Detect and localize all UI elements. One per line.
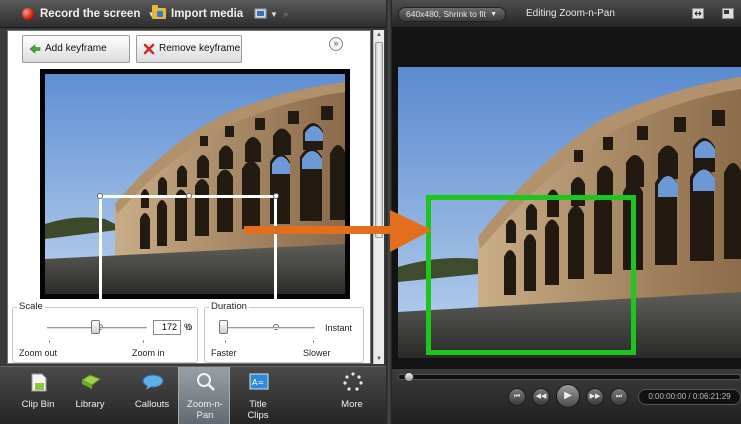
import-media-button[interactable]: Import media	[152, 5, 244, 22]
scale-slider-thumb[interactable]	[91, 320, 100, 334]
duration-group: Duration Instant Faster Slower	[204, 301, 364, 363]
svg-text:A=: A=	[252, 378, 264, 387]
resize-handle[interactable]	[186, 193, 192, 199]
scroll-up-arrow-icon[interactable]: ▲	[376, 32, 382, 38]
preview-panel: 640x480, Shrink to fit ▼ Editing Zoom-n-…	[392, 0, 741, 424]
camtasia-window: Record the screen ▼ Import media ▼ »	[0, 0, 741, 424]
add-keyframe-button[interactable]: Add keyframe	[22, 35, 130, 63]
scrollbar-thumb[interactable]	[375, 42, 383, 238]
fit-to-window-icon[interactable]	[692, 8, 704, 19]
zoom-in-label: Zoom in	[132, 348, 165, 358]
chevron-down-icon: ▼	[490, 11, 497, 18]
task-panel: Record the screen ▼ Import media ▼ »	[0, 0, 386, 424]
scale-tick	[143, 340, 144, 343]
tab-callouts-label: Callouts	[134, 399, 170, 410]
playback-controls: ⏮ ◀◀ ▶ ▶▶ ⏭ 0:00:00:00 / 0:06:21:29	[392, 369, 741, 424]
video-preview	[398, 67, 741, 358]
preview-size-value: 640x480, Shrink to fit	[406, 9, 486, 19]
record-icon	[22, 8, 34, 20]
tab-title-clips-label: Title Clips	[247, 399, 269, 421]
scale-legend: Scale	[17, 301, 45, 312]
tab-callouts[interactable]: Callouts	[126, 367, 178, 424]
record-screen-button[interactable]: Record the screen ▼	[22, 6, 155, 22]
tab-more-label: More	[341, 399, 363, 410]
faster-label: Faster	[211, 348, 237, 358]
timecode-display: 0:00:00:00 / 0:06:21:29	[638, 389, 741, 405]
detach-preview-icon[interactable]	[722, 8, 734, 19]
title-clips-icon: A=	[249, 373, 269, 390]
scroll-down-arrow-icon[interactable]: ▼	[376, 356, 382, 362]
step-forward-icon[interactable]: ▶▶	[586, 388, 604, 406]
add-keyframe-icon	[29, 44, 41, 54]
clip-bin-icon	[31, 373, 47, 392]
tab-zoom-n-pan[interactable]: Zoom-n- Pan	[178, 367, 230, 424]
timeline-scrubber[interactable]	[398, 372, 741, 382]
remove-keyframe-button[interactable]: Remove keyframe	[136, 35, 242, 63]
duration-slider-track[interactable]	[223, 327, 315, 329]
more-icon	[343, 372, 363, 391]
scale-tick	[49, 340, 50, 343]
jump-to-start-icon[interactable]: ⏮	[508, 388, 526, 406]
tab-zoom-n-pan-label: Zoom-n- Pan	[187, 399, 223, 421]
task-panel-scrollbar[interactable]: ▲ ▼	[373, 30, 384, 364]
import-media-label: Import media	[171, 8, 244, 20]
preview-toolbar: 640x480, Shrink to fit ▼ Editing Zoom-n-…	[392, 0, 741, 28]
produce-menu-button[interactable]: ▼	[254, 6, 278, 22]
duration-tick	[225, 340, 226, 343]
scale-unit-label: %	[184, 322, 193, 332]
produce-icon	[254, 8, 267, 19]
import-folder-icon	[152, 5, 166, 19]
zoom-n-pan-editor: Add keyframe Remove keyframe » Scale 172…	[7, 30, 371, 364]
tab-library-label: Library	[75, 399, 105, 410]
slower-label: Slower	[303, 348, 331, 358]
tab-clip-bin-label: Clip Bin	[21, 399, 55, 410]
duration-legend: Duration	[209, 301, 249, 312]
zoom-preview-thumbnail	[40, 69, 350, 330]
toolbar-overflow-icon[interactable]: »	[283, 6, 288, 22]
scale-group: Scale 172 % Zoom out Zoom in	[12, 301, 198, 363]
task-tabs: Clip Bin Library Callouts Zoom-n- Pan A=…	[0, 366, 386, 424]
resize-handle[interactable]	[273, 193, 279, 199]
preview-title: Editing Zoom-n-Pan	[526, 8, 615, 19]
zoom-out-label: Zoom out	[19, 348, 58, 358]
zoom-region-outline	[426, 195, 636, 355]
duration-slider-thumb[interactable]	[219, 320, 228, 334]
add-keyframe-label: Add keyframe	[45, 43, 107, 54]
resize-handle[interactable]	[97, 193, 103, 199]
remove-keyframe-icon	[143, 43, 155, 55]
duration-value-label: Instant	[325, 323, 353, 333]
step-back-icon[interactable]: ◀◀	[532, 388, 550, 406]
play-icon[interactable]: ▶	[556, 384, 580, 408]
preview-size-dropdown[interactable]: 640x480, Shrink to fit ▼	[398, 7, 506, 22]
duration-tick	[313, 340, 314, 343]
remove-keyframe-label: Remove keyframe	[159, 43, 241, 54]
tab-clip-bin[interactable]: Clip Bin	[12, 367, 64, 424]
scrubber-thumb[interactable]	[404, 372, 414, 382]
magnifier-icon	[197, 373, 215, 391]
main-toolbar: Record the screen ▼ Import media ▼ »	[0, 0, 386, 28]
collapse-double-chevron-icon[interactable]: »	[329, 37, 343, 51]
preview-canvas	[392, 29, 741, 369]
callouts-icon	[142, 374, 164, 390]
record-screen-label: Record the screen	[40, 8, 141, 20]
tab-title-clips[interactable]: A= Title Clips	[232, 367, 284, 424]
tab-more[interactable]: More	[326, 367, 378, 424]
chevron-down-icon: ▼	[270, 10, 278, 19]
jump-to-end-icon[interactable]: ⏭	[610, 388, 628, 406]
scale-value-input[interactable]: 172	[153, 320, 181, 335]
library-icon	[80, 374, 102, 389]
tab-library[interactable]: Library	[64, 367, 116, 424]
